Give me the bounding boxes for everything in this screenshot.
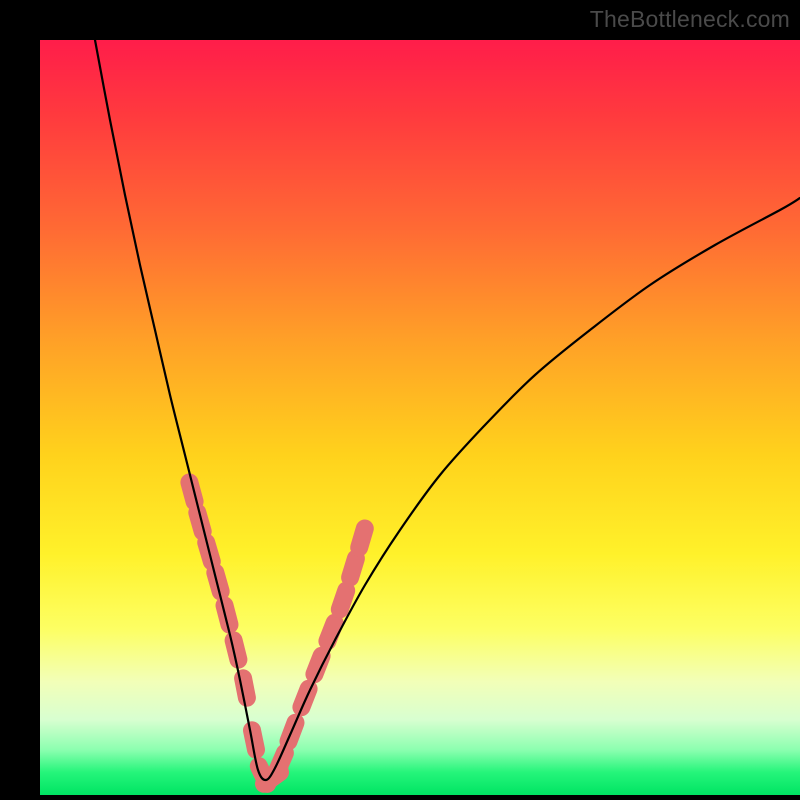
highlight-dot <box>340 591 346 610</box>
chart-frame: TheBottleneck.com <box>0 0 800 800</box>
plot-area <box>40 40 800 795</box>
highlight-dot <box>350 559 356 578</box>
highlight-dot <box>327 623 334 641</box>
watermark-text: TheBottleneck.com <box>590 6 790 33</box>
highlight-dot <box>359 529 365 548</box>
main-curve <box>95 40 800 780</box>
chart-svg <box>40 40 800 795</box>
